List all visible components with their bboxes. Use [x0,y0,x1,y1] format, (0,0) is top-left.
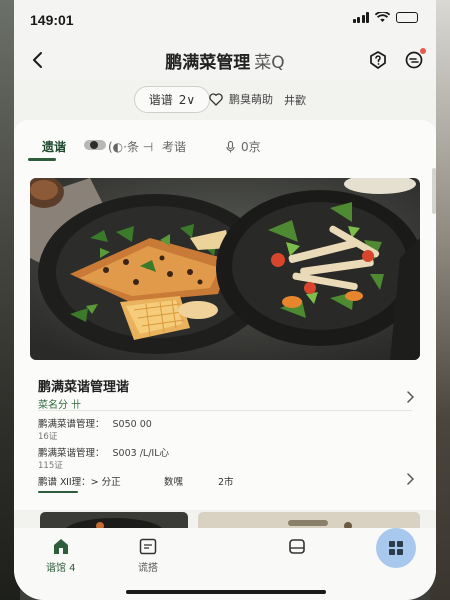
app-header: 鹏满菜管理 菜Q [14,40,436,80]
help-button[interactable] [364,46,392,74]
bottom-label: 鹏谱 ⅪI理：> 分正 [38,477,121,488]
page-title-suffix: 菜Q [254,53,285,73]
settings-button[interactable] [400,46,428,74]
page-title-text: 鹏满菜管理 [165,53,251,73]
category-filter-count: 2∨ [178,92,196,107]
recipe-photo [30,178,420,360]
recipe-title: 鹏满菜谐管理谐 [38,380,130,395]
divider [38,410,412,411]
tabbar-calendar-label: 谎搭 [138,563,158,574]
tab-reference[interactable]: 考谐 [162,138,186,155]
active-tab-indicator [28,158,56,161]
info-row-2-label: 鹏满菜谐管理： [38,448,105,459]
tab-sort[interactable]: (◐⋅条 ⊣ [108,138,153,155]
tabbar-calendar[interactable]: 谎搭 [138,538,158,574]
box-icon [289,539,305,554]
favorite-filter-label: 鹏臭萌助 [229,93,273,106]
bottom-quantity: 数嘿 [164,477,184,488]
scrollbar[interactable] [432,168,436,214]
tab-recipes[interactable]: 遗谐 [42,138,66,155]
status-bar: 149:01 [14,0,436,40]
calendar-icon [139,538,157,555]
favorite-filter[interactable]: 鹏臭萌助 [209,91,273,107]
tabbar-box[interactable] [288,538,306,559]
accent-bar [38,491,78,493]
tab-bar: 遗谐 (◐⋅条 ⊣ 考谐 0京 [28,132,418,162]
toggle-switch[interactable] [84,140,106,150]
chevron-right-icon[interactable] [406,473,414,485]
chevron-right-icon[interactable] [406,391,414,403]
recipe-card: 遗谐 (◐⋅条 ⊣ 考谐 0京 鹏满菜谐管理谐 菜名分 卄 鹏满菜谱管理： S0… [14,120,436,510]
tabbar-home[interactable]: 谐馆 4 [46,538,76,574]
floating-action-button[interactable] [376,528,416,568]
info-row-2-value: S003 /L/IL心 [112,448,169,459]
info-row-1-meta: 16证 [38,432,58,442]
notification-badge [420,48,426,54]
status-icons [352,12,418,23]
filter-bar: 谐谱 2∨ 鹏臭萌助 井歡 [14,86,436,114]
bottom-price: 2市 [218,477,234,488]
tab-voice-label: 0京 [241,140,261,154]
status-time: 149:01 [30,12,74,28]
info-row-2-meta: 115证 [38,461,63,471]
info-row-2: 鹏满菜谐管理： S003 /L/IL心 [38,445,169,459]
info-row-1-value: S050 00 [112,419,152,430]
question-bubble-icon [370,51,386,69]
grid-icon [389,541,403,555]
bottom-tab-bar: 谐馆 4 谎搭 [14,528,436,600]
wifi-icon [375,12,390,22]
battery-icon [396,12,418,23]
heart-icon [209,92,223,106]
category-filter-chip[interactable]: 谐谱 2∨ [134,86,210,113]
recipe-bottom-row[interactable]: 鹏谱 ⅪI理：> 分正 数嘿 2市 [38,474,234,488]
microphone-icon [226,140,235,152]
category-filter-label: 谐谱 [148,93,173,107]
tab-voice[interactable]: 0京 [226,138,261,155]
phone-screen: 149:01 鹏满菜管理 菜Q 谐谱 2∨ 鹏臭萌助 井歡 遗谐 (◐⋅条 ⊣ … [14,0,436,600]
cellular-signal-icon [352,12,369,23]
recipe-subtitle: 菜名分 卄 [38,400,82,411]
info-row-1: 鹏满菜谱管理： S050 00 [38,416,152,430]
extra-filter[interactable]: 井歡 [284,92,306,108]
home-indicator [126,590,326,594]
home-icon [53,539,68,554]
info-row-1-label: 鹏满菜谱管理： [38,419,105,430]
tabbar-home-label: 谐馆 4 [46,563,76,574]
